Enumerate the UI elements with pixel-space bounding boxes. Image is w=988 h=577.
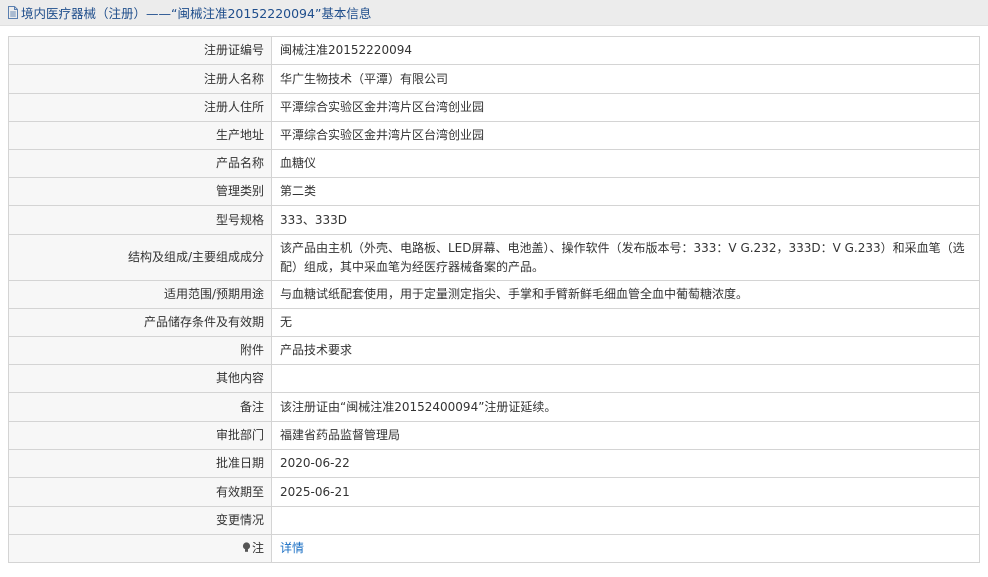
row-value: 与血糖试纸配套使用，用于定量测定指尖、手掌和手臂新鲜毛细血管全血中葡萄糖浓度。: [271, 280, 980, 309]
row-label: 适用范围/预期用途: [8, 280, 272, 309]
row-label: 产品名称: [8, 149, 272, 178]
row-value: 2020-06-22: [271, 449, 980, 478]
note-label: 注: [251, 541, 264, 555]
row-label: 备注: [8, 392, 272, 422]
table-row: 备注 该注册证由“闽械注准20152400094”注册证延续。: [8, 392, 980, 422]
row-label: 其他内容: [8, 364, 272, 393]
row-value: [271, 506, 980, 535]
table-row: 批准日期 2020-06-22: [8, 449, 980, 478]
table-row: 管理类别 第二类: [8, 177, 980, 206]
row-value: 333、333D: [271, 205, 980, 235]
lightbulb-icon: [242, 542, 251, 552]
table-row: 有效期至 2025-06-21: [8, 477, 980, 507]
row-label: 型号规格: [8, 205, 272, 235]
row-value: 该注册证由“闽械注准20152400094”注册证延续。: [271, 392, 980, 422]
table-row: 审批部门 福建省药品监督管理局: [8, 421, 980, 450]
details-link[interactable]: 详情: [280, 541, 304, 555]
table-row: 注册人住所 平潭综合实验区金井湾片区台湾创业园: [8, 93, 980, 122]
row-label: 注册人名称: [8, 64, 272, 94]
row-label: 附件: [8, 336, 272, 365]
table-row: 注册人名称 华广生物技术（平潭）有限公司: [8, 64, 980, 94]
table-row: 注册证编号 闽械注准20152220094: [8, 36, 980, 65]
table-row: 型号规格 333、333D: [8, 205, 980, 235]
row-value: 平潭综合实验区金井湾片区台湾创业园: [271, 121, 980, 150]
table-row: 产品储存条件及有效期 无: [8, 308, 980, 337]
row-value: 闽械注准20152220094: [271, 36, 980, 65]
table-row: 结构及组成/主要组成成分 该产品由主机（外壳、电路板、LED屏幕、电池盖）、操作…: [8, 234, 980, 281]
row-label: 生产地址: [8, 121, 272, 150]
row-label: 结构及组成/主要组成成分: [8, 234, 272, 281]
row-value: 2025-06-21: [271, 477, 980, 507]
row-label: 注册证编号: [8, 36, 272, 65]
page-title: 境内医疗器械（注册）——“闽械注准20152220094”基本信息: [21, 6, 372, 21]
row-value: 平潭综合实验区金井湾片区台湾创业园: [271, 93, 980, 122]
row-value: 第二类: [271, 177, 980, 206]
row-label: 有效期至: [8, 477, 272, 507]
row-label: 审批部门: [8, 421, 272, 450]
row-label: 批准日期: [8, 449, 272, 478]
row-label: 管理类别: [8, 177, 272, 206]
table-row: 产品名称 血糖仪: [8, 149, 980, 178]
table-row: 附件 产品技术要求: [8, 336, 980, 365]
table-row: 生产地址 平潭综合实验区金井湾片区台湾创业园: [8, 121, 980, 150]
row-label: 注册人住所: [8, 93, 272, 122]
row-value: 该产品由主机（外壳、电路板、LED屏幕、电池盖）、操作软件（发布版本号：333：…: [271, 234, 980, 281]
row-value: 血糖仪: [271, 149, 980, 178]
document-icon: [8, 6, 18, 19]
note-label-cell: 注: [8, 534, 272, 563]
table-row-note: 注 详情: [8, 534, 980, 563]
note-value-cell: 详情: [271, 534, 980, 563]
row-value: 华广生物技术（平潭）有限公司: [271, 64, 980, 94]
row-label: 产品储存条件及有效期: [8, 308, 272, 337]
row-value: [271, 364, 980, 393]
info-table: 注册证编号 闽械注准20152220094 注册人名称 华广生物技术（平潭）有限…: [8, 36, 980, 563]
row-label: 变更情况: [8, 506, 272, 535]
row-value: 产品技术要求: [271, 336, 980, 365]
table-row: 适用范围/预期用途 与血糖试纸配套使用，用于定量测定指尖、手掌和手臂新鲜毛细血管…: [8, 280, 980, 309]
row-value: 无: [271, 308, 980, 337]
table-row: 变更情况: [8, 506, 980, 535]
row-value: 福建省药品监督管理局: [271, 421, 980, 450]
table-row: 其他内容: [8, 364, 980, 393]
page-header: 境内医疗器械（注册）——“闽械注准20152220094”基本信息: [0, 0, 988, 26]
